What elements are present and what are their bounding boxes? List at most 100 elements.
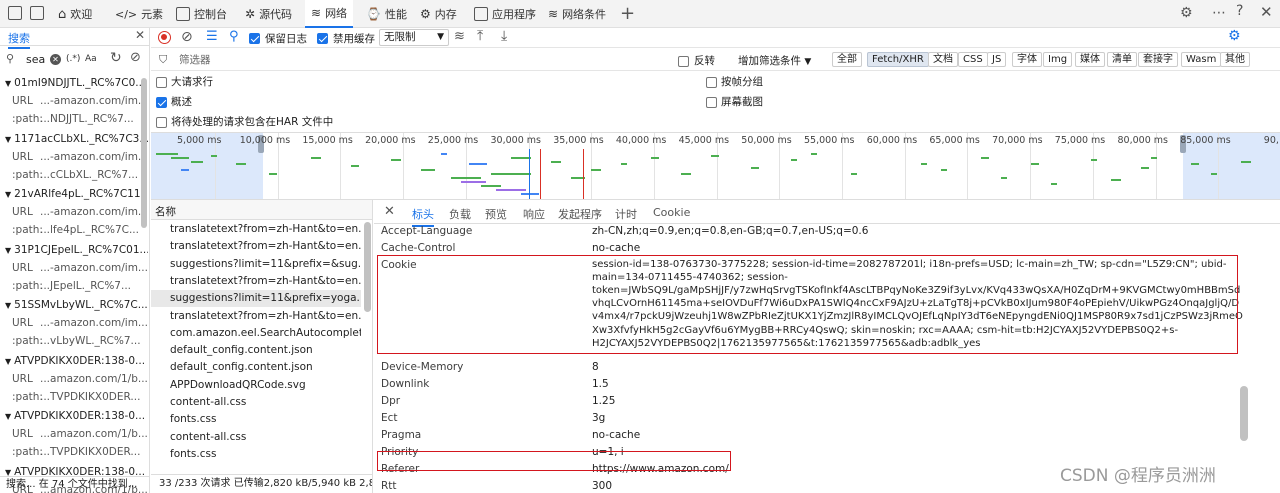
regex-toggle[interactable]: (.*) bbox=[66, 54, 80, 64]
clear-log-icon[interactable]: ⊘ bbox=[181, 29, 193, 45]
filter-type-button[interactable]: 清单 bbox=[1107, 52, 1137, 67]
detail-tab[interactable]: 计时 bbox=[615, 206, 637, 222]
clear-search-icon[interactable]: ✕ bbox=[50, 54, 61, 65]
request-row[interactable]: translatetext?from=zh-Hant&to=en... bbox=[151, 238, 361, 255]
detail-tab[interactable]: 负载 bbox=[449, 206, 471, 222]
search-result-match[interactable]: URL ...amazon.com/1/b... bbox=[0, 427, 148, 441]
invert-checkbox[interactable] bbox=[678, 54, 689, 67]
overview-checkbox[interactable] bbox=[156, 95, 167, 108]
device-toolbar-icon[interactable] bbox=[30, 6, 44, 20]
close-icon[interactable]: ✕ bbox=[1260, 3, 1273, 21]
search-result-match[interactable]: :path:...TVPDKIKX0DER... bbox=[0, 390, 148, 404]
search-network-icon[interactable]: ⚲ bbox=[229, 29, 239, 44]
request-row[interactable]: APPDownloadQRCode.svg bbox=[151, 377, 361, 394]
request-row[interactable]: fonts.css bbox=[151, 446, 361, 463]
inspect-icon[interactable] bbox=[8, 6, 22, 20]
close-detail-icon[interactable]: ✕ bbox=[384, 204, 395, 219]
search-result-match[interactable]: URL ...amazon.com/1/b... bbox=[0, 372, 148, 386]
filter-type-button[interactable]: 文档 bbox=[928, 52, 958, 67]
detail-tab[interactable]: 预览 bbox=[485, 206, 507, 222]
preserve-log-checkbox[interactable] bbox=[249, 31, 260, 44]
request-row[interactable]: default_config.content.json bbox=[151, 342, 361, 359]
import-har-icon[interactable]: ⤒ bbox=[477, 28, 483, 44]
record-button[interactable] bbox=[158, 31, 171, 44]
search-scrollbar[interactable] bbox=[141, 78, 147, 228]
filter-type-button[interactable]: 其他 bbox=[1220, 52, 1250, 67]
network-settings-icon[interactable]: ⚙ bbox=[1228, 28, 1241, 44]
network-conditions-icon[interactable]: ≋ bbox=[454, 29, 465, 44]
throttle-select[interactable]: 无限制 ▼ bbox=[379, 29, 449, 46]
tab-sources[interactable]: ✲ 源代码 bbox=[245, 0, 292, 28]
request-row[interactable]: translatetext?from=zh-Hant&to=en... bbox=[151, 221, 361, 238]
filter-type-button[interactable]: JS bbox=[987, 52, 1007, 67]
detail-tab[interactable]: 标头 bbox=[412, 206, 434, 227]
export-har-icon[interactable]: ⤓ bbox=[501, 28, 507, 44]
tab-search[interactable]: 搜索 bbox=[8, 30, 30, 49]
search-result-match[interactable]: URL ...-amazon.com/im... bbox=[0, 261, 148, 275]
search-result-title[interactable]: ▼ 1171acCLbXL._RC%7C3... bbox=[0, 132, 148, 146]
filter-type-button[interactable]: 字体 bbox=[1012, 52, 1042, 67]
group-by-frame-checkbox[interactable] bbox=[706, 75, 717, 88]
har-pending-checkbox[interactable] bbox=[156, 115, 167, 128]
request-row[interactable]: content-all.css bbox=[151, 429, 361, 446]
search-result-match[interactable]: :path:...NDJJTL._RC%7... bbox=[0, 112, 148, 126]
request-row[interactable]: com.amazon.eel.SearchAutocomplet... bbox=[151, 325, 361, 342]
search-result-match[interactable]: :path:...lfe4pL._RC%7C... bbox=[0, 223, 148, 237]
search-result-title[interactable]: ▼ 01mI9NDJJTL._RC%7C0... bbox=[0, 76, 148, 90]
tab-network-conditions[interactable]: ≋ 网络条件 bbox=[548, 0, 606, 28]
tab-welcome[interactable]: ⌂ 欢迎 bbox=[58, 0, 92, 28]
name-column-header[interactable]: 名称 bbox=[155, 204, 176, 219]
tab-application[interactable]: 应用程序 bbox=[474, 0, 536, 28]
settings-icon[interactable]: ⚙ bbox=[1180, 5, 1193, 21]
search-result-match[interactable]: URL ...-amazon.com/im... bbox=[0, 94, 148, 108]
filter-type-button[interactable]: 媒体 bbox=[1075, 52, 1105, 67]
tab-memory[interactable]: ⚙ 内存 bbox=[420, 0, 457, 28]
request-row[interactable]: suggestions?limit=11&prefix=&sug... bbox=[151, 256, 361, 273]
search-result-match[interactable]: URL ...-amazon.com/im... bbox=[0, 205, 148, 219]
close-search-icon[interactable]: ✕ bbox=[135, 28, 145, 42]
detail-tab[interactable]: 响应 bbox=[523, 206, 545, 222]
search-result-match[interactable]: :path:...vLbyWL._RC%7... bbox=[0, 334, 148, 348]
refresh-icon[interactable]: ↻ bbox=[110, 50, 122, 66]
request-row[interactable]: translatetext?from=zh-Hant&to=en... bbox=[151, 308, 361, 325]
tab-elements[interactable]: </> 元素 bbox=[115, 0, 163, 28]
more-filters-dropdown[interactable]: 增加筛选条件 ▼ bbox=[738, 53, 811, 68]
filter-type-button[interactable]: 套接字 bbox=[1138, 52, 1178, 67]
detail-scrollbar[interactable] bbox=[1240, 386, 1248, 441]
search-result-match[interactable]: URL ...-amazon.com/im... bbox=[0, 316, 148, 330]
add-tab-icon[interactable]: + bbox=[620, 3, 635, 24]
search-result-match[interactable]: :path:...JEpelL._RC%7... bbox=[0, 279, 148, 293]
search-result-title[interactable]: ▼ 51SSMvLbyWL._RC%7C... bbox=[0, 298, 148, 312]
search-result-title[interactable]: ▼ 21vARlfe4pL._RC%7C11... bbox=[0, 187, 148, 201]
big-rows-checkbox[interactable] bbox=[156, 75, 167, 88]
network-overview[interactable]: 5,000 ms 10,000 ms 15,000 ms 20,000 ms 25,00… bbox=[151, 132, 1280, 200]
search-result-match[interactable]: :path:...TVPDKIKX0DER... bbox=[0, 445, 148, 459]
detail-tab[interactable]: 发起程序 bbox=[558, 206, 602, 222]
request-scrollbar[interactable] bbox=[364, 222, 371, 312]
screenshots-checkbox[interactable] bbox=[706, 95, 717, 108]
search-result-match[interactable]: :path:...cCLbXL._RC%7... bbox=[0, 168, 148, 182]
more-icon[interactable]: ⋯ bbox=[1212, 5, 1226, 21]
disable-cache-checkbox[interactable] bbox=[317, 31, 328, 44]
tab-network[interactable]: ≋ 网络 bbox=[305, 0, 354, 28]
filter-type-button[interactable]: CSS bbox=[958, 52, 988, 67]
request-row[interactable]: translatetext?from=zh-Hant&to=en... bbox=[151, 273, 361, 290]
filter-type-button[interactable]: 全部 bbox=[832, 52, 862, 67]
search-input[interactable]: sea bbox=[26, 53, 45, 66]
request-row[interactable]: default_config.content.json bbox=[151, 359, 361, 376]
filter-input[interactable]: 筛选器 bbox=[179, 52, 669, 68]
request-row[interactable]: suggestions?limit=11&prefix=yoga... bbox=[151, 290, 361, 308]
tab-console[interactable]: 控制台 bbox=[176, 0, 227, 28]
search-result-title[interactable]: ▼ ATVPDKIKX0DER:138-0... bbox=[0, 409, 148, 423]
match-case-toggle[interactable]: Aa bbox=[85, 54, 97, 64]
filter-type-button[interactable]: Img bbox=[1043, 52, 1073, 67]
clear-results-icon[interactable]: ⊘ bbox=[130, 50, 141, 65]
request-row[interactable]: fonts.css bbox=[151, 411, 361, 428]
search-result-title[interactable]: ▼ ATVPDKIKX0DER:138-0... bbox=[0, 354, 148, 368]
tab-performance[interactable]: ⌚ 性能 bbox=[366, 0, 407, 28]
filter-type-button[interactable]: Fetch/XHR bbox=[867, 52, 929, 67]
filter-type-button[interactable]: Wasm bbox=[1181, 52, 1222, 67]
request-row[interactable]: content-all.css bbox=[151, 394, 361, 411]
help-icon[interactable]: ? bbox=[1236, 3, 1243, 19]
search-result-title[interactable]: ▼ 31P1CJEpelL._RC%7C01... bbox=[0, 243, 148, 257]
